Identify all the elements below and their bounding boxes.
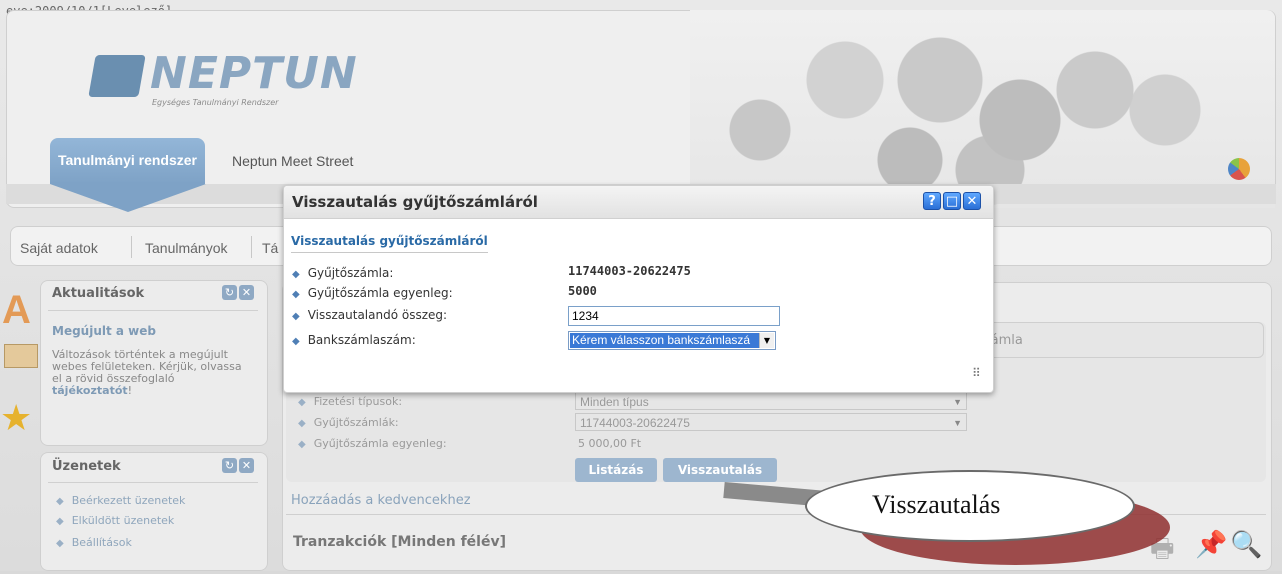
bullet-icon: ◆: [56, 516, 64, 527]
messages-panel-title: Üzenetek: [52, 459, 121, 474]
news-item-text: Változások történtek a megújult webes fe…: [52, 348, 242, 385]
refresh-icon[interactable]: ↻: [222, 285, 237, 300]
news-item-suffix: !: [127, 384, 133, 397]
menu-separator: [251, 236, 252, 258]
logo-title: NEPTUN: [150, 48, 358, 99]
list-button[interactable]: Listázás: [575, 458, 657, 482]
callout-text: Visszautalás: [872, 490, 1001, 519]
messages-item-label: Beállítások: [71, 536, 132, 549]
messages-item-label: Elküldött üzenetek: [71, 514, 175, 527]
bullet-icon: ◆: [56, 538, 64, 549]
header-banner-image: [690, 10, 1275, 208]
refund-button[interactable]: Visszautalás: [663, 458, 777, 482]
bank-account-selected-value: Kérem válasszon bankszámlaszá: [570, 333, 761, 348]
maximize-icon[interactable]: □: [943, 192, 961, 210]
dialog-title: Visszautalás gyűjtőszámláról: [292, 193, 538, 211]
help-icon[interactable]: ?: [923, 192, 941, 210]
add-to-favorites-link[interactable]: Hozzáadás a kedvencekhez: [291, 493, 471, 508]
filter-label-balance: ◆ Gyűjtőszámla egyenleg:: [298, 437, 447, 450]
menu-item-tanulmanyok[interactable]: Tanulmányok: [145, 240, 228, 256]
tab-tanulmanyi-rendszer[interactable]: Tanulmányi rendszer: [50, 138, 205, 184]
chevron-down-icon[interactable]: ▼: [759, 333, 774, 348]
messages-item-sent[interactable]: ◆ Elküldött üzenetek: [56, 514, 174, 527]
menu-item-sajat-adatok[interactable]: Saját adatok: [20, 240, 98, 256]
messages-item-label: Beérkezett üzenetek: [71, 494, 186, 507]
news-panel-controls: ↻ ✕: [220, 285, 254, 301]
bullet-icon: ◆: [292, 311, 300, 322]
news-item-body: Változások történtek a megújult webes fe…: [52, 349, 252, 397]
star-icon[interactable]: ★: [0, 398, 32, 439]
news-info-link[interactable]: tájékoztatót: [52, 384, 128, 397]
transactions-title: Tranzakciók [Minden félév]: [293, 534, 506, 550]
neptun-logo-icon: [88, 55, 146, 97]
payment-type-select[interactable]: Minden típus ▼: [575, 392, 967, 410]
chevron-down-icon: ▼: [953, 418, 962, 428]
filter-label-payment-type: ◆ Fizetési típusok:: [298, 395, 403, 408]
pin-icon[interactable]: 📌: [1195, 530, 1227, 560]
refresh-icon[interactable]: ↻: [222, 458, 237, 473]
messages-item-inbox[interactable]: ◆ Beérkezett üzenetek: [56, 494, 185, 507]
account-label: ◆ Gyűjtőszámla:: [292, 266, 394, 280]
close-icon[interactable]: ✕: [239, 458, 254, 473]
filter-label-accounts: ◆ Gyűjtőszámlák:: [298, 416, 399, 429]
account-value: 11744003-20622475: [568, 264, 691, 278]
close-icon[interactable]: ✕: [239, 285, 254, 300]
resize-grip-icon[interactable]: ⠿: [972, 366, 981, 380]
close-icon[interactable]: ✕: [963, 192, 981, 210]
bank-account-label: ◆ Bankszámlaszám:: [292, 333, 416, 347]
letter-a-icon[interactable]: A: [2, 288, 31, 333]
accounts-select[interactable]: 11744003-20622475 ▼: [575, 413, 967, 431]
bullet-icon: ◆: [298, 439, 306, 450]
news-item-title: Megújult a web: [52, 324, 156, 338]
bullet-icon: ◆: [298, 418, 306, 429]
bullet-icon: ◆: [292, 336, 300, 347]
refund-dialog: Visszautalás gyűjtőszámláról ? □ ✕ Vissz…: [283, 185, 994, 393]
bank-account-select[interactable]: Kérem válasszon bankszámlaszá ▼: [568, 331, 776, 350]
logo-subtitle: Egységes Tanulmányi Rendszer: [152, 98, 279, 107]
envelope-icon[interactable]: [4, 344, 38, 368]
menu-separator: [131, 236, 132, 258]
dialog-section-title: Visszautalás gyűjtőszámláról: [291, 234, 488, 253]
amount-input[interactable]: [568, 306, 780, 326]
bullet-icon: ◆: [292, 269, 300, 280]
balance-value: 5 000,00 Ft: [578, 437, 642, 450]
panel-divider: [48, 482, 258, 483]
bullet-icon: ◆: [292, 289, 300, 300]
bullet-icon: ◆: [298, 397, 306, 408]
pie-chart-icon[interactable]: [1228, 158, 1250, 180]
bullet-icon: ◆: [56, 496, 64, 507]
active-tab-arrow: [50, 184, 206, 212]
menu-item-truncated[interactable]: Tá: [262, 240, 278, 256]
panel-divider: [48, 310, 258, 311]
balance-value: 5000: [568, 284, 597, 298]
amount-label: ◆ Visszautalandó összeg:: [292, 308, 448, 322]
news-panel-title: Aktualitások: [52, 286, 145, 301]
tab-szamla[interactable]: számla: [970, 322, 1264, 358]
tab-neptun-meet-street[interactable]: Neptun Meet Street: [232, 153, 353, 169]
messages-panel-controls: ↻ ✕: [220, 458, 254, 474]
search-icon[interactable]: 🔍: [1230, 530, 1262, 560]
balance-label: ◆ Gyűjtőszámla egyenleg:: [292, 286, 453, 300]
chevron-down-icon: ▼: [953, 397, 962, 407]
messages-item-settings[interactable]: ◆ Beállítások: [56, 536, 132, 549]
